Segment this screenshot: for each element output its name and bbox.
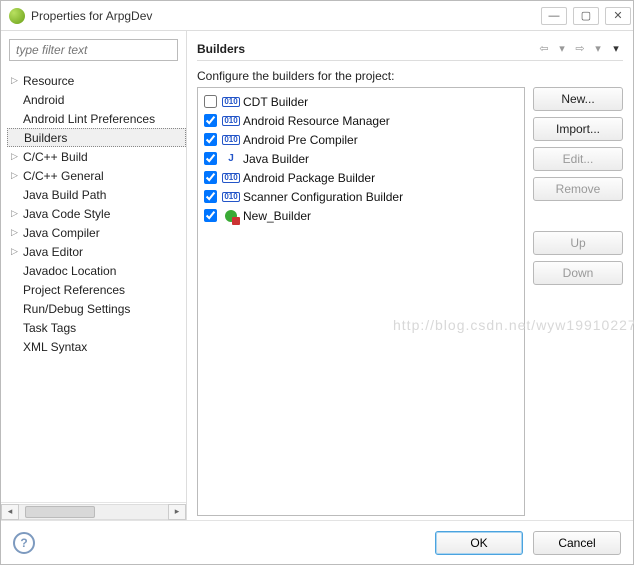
close-button[interactable]: ✕ (605, 7, 631, 25)
dialog-button-bar: ? OK Cancel (1, 520, 633, 564)
tree-item-label: Android (23, 93, 64, 107)
edit-button[interactable]: Edit... (533, 147, 623, 171)
builder-row[interactable]: 010 Android Resource Manager (200, 111, 522, 130)
import-button[interactable]: Import... (533, 117, 623, 141)
builder-checkbox[interactable] (204, 95, 217, 108)
expand-arrow-icon[interactable]: ▷ (11, 170, 23, 181)
builder-row[interactable]: 010 CDT Builder (200, 92, 522, 111)
titlebar: Properties for ArpgDev — ▢ ✕ (1, 1, 633, 31)
builder-name: CDT Builder (243, 95, 308, 109)
expand-arrow-icon[interactable]: ▷ (11, 151, 23, 162)
tree-item[interactable]: Java Build Path (7, 185, 186, 204)
help-button[interactable]: ? (13, 532, 35, 554)
tree-item[interactable]: ▷C/C++ General (7, 166, 186, 185)
builder-name: New_Builder (243, 209, 311, 223)
builder-checkbox[interactable] (204, 114, 217, 127)
tree-item-label: Run/Debug Settings (23, 302, 130, 316)
tree-item[interactable]: ▷Java Code Style (7, 204, 186, 223)
builder-row[interactable]: 010 Android Package Builder (200, 168, 522, 187)
tree-item-label: Task Tags (23, 321, 76, 335)
remove-button[interactable]: Remove (533, 177, 623, 201)
scroll-left-button[interactable]: ◂ (1, 504, 19, 520)
binary-builder-icon: 010 (223, 170, 239, 186)
builder-checkbox[interactable] (204, 133, 217, 146)
builder-row[interactable]: New_Builder (200, 206, 522, 225)
page-menu-icon[interactable]: ▾ (609, 42, 623, 56)
scroll-thumb[interactable] (25, 506, 95, 518)
builder-name: Android Resource Manager (243, 114, 390, 128)
builder-checkbox[interactable] (204, 209, 217, 222)
builder-checkbox[interactable] (204, 190, 217, 203)
builder-row[interactable]: 010 Android Pre Compiler (200, 130, 522, 149)
tree-item-label: Project References (23, 283, 125, 297)
java-builder-icon: J (223, 151, 239, 167)
builder-row[interactable]: 010 Scanner Configuration Builder (200, 187, 522, 206)
tree-item-label: Java Code Style (23, 207, 110, 221)
tree-item-label: Java Editor (23, 245, 83, 259)
up-button[interactable]: Up (533, 231, 623, 255)
minimize-button[interactable]: — (541, 7, 567, 25)
tree-item-label: C/C++ Build (23, 150, 88, 164)
tree-item[interactable]: ▷Java Compiler (7, 223, 186, 242)
tree-item[interactable]: ▷Resource (7, 71, 186, 90)
binary-builder-icon: 010 (223, 189, 239, 205)
new-button[interactable]: New... (533, 87, 623, 111)
builder-checkbox[interactable] (204, 152, 217, 165)
builder-name: Java Builder (243, 152, 309, 166)
tree-item[interactable]: ▷C/C++ Build (7, 147, 186, 166)
tree-item[interactable]: Run/Debug Settings (7, 299, 186, 318)
external-tool-icon (223, 208, 239, 224)
builders-page: Builders ⇦ ▾ ⇨ ▾ ▾ Configure the builder… (187, 31, 633, 520)
tree-item[interactable]: Android (7, 90, 186, 109)
tree-item[interactable]: Android Lint Preferences (7, 109, 186, 128)
tree-item[interactable]: Task Tags (7, 318, 186, 337)
binary-builder-icon: 010 (223, 94, 239, 110)
expand-arrow-icon[interactable]: ▷ (11, 208, 23, 219)
down-button[interactable]: Down (533, 261, 623, 285)
expand-arrow-icon[interactable]: ▷ (11, 227, 23, 238)
builder-row[interactable]: J Java Builder (200, 149, 522, 168)
scroll-right-button[interactable]: ▸ (168, 504, 186, 520)
binary-builder-icon: 010 (223, 132, 239, 148)
cancel-button[interactable]: Cancel (533, 531, 621, 555)
tree-item[interactable]: ▷Java Editor (7, 242, 186, 261)
tree-item-label: Resource (23, 74, 74, 88)
tree-item-label: Android Lint Preferences (23, 112, 155, 126)
app-icon (9, 8, 25, 24)
tree-item[interactable]: Builders (7, 128, 186, 147)
builder-name: Android Package Builder (243, 171, 375, 185)
tree-item[interactable]: XML Syntax (7, 337, 186, 356)
filter-input[interactable] (9, 39, 178, 61)
builder-name: Android Pre Compiler (243, 133, 358, 147)
category-tree-panel: ▷ResourceAndroidAndroid Lint Preferences… (1, 31, 187, 520)
maximize-button[interactable]: ▢ (573, 7, 599, 25)
tree-item-label: Java Build Path (23, 188, 106, 202)
tree-item[interactable]: Javadoc Location (7, 261, 186, 280)
back-menu-icon[interactable]: ▾ (555, 42, 569, 56)
page-caption: Configure the builders for the project: (197, 69, 623, 83)
tree-horizontal-scrollbar[interactable]: ◂ ▸ (1, 502, 186, 520)
category-tree[interactable]: ▷ResourceAndroidAndroid Lint Preferences… (1, 69, 186, 502)
tree-item-label: C/C++ General (23, 169, 104, 183)
builders-list[interactable]: 010 CDT Builder 010 Android Resource Manage… (197, 87, 525, 516)
page-heading: Builders (197, 42, 533, 56)
tree-item-label: XML Syntax (23, 340, 87, 354)
tree-item-label: Java Compiler (23, 226, 100, 240)
nav-back-icon[interactable]: ⇦ (537, 42, 551, 56)
binary-builder-icon: 010 (223, 113, 239, 129)
expand-arrow-icon[interactable]: ▷ (11, 246, 23, 257)
tree-item-label: Builders (24, 131, 67, 145)
tree-item[interactable]: Project References (7, 280, 186, 299)
scroll-track[interactable] (19, 504, 168, 520)
tree-item-label: Javadoc Location (23, 264, 116, 278)
ok-button[interactable]: OK (435, 531, 523, 555)
window-title: Properties for ArpgDev (31, 9, 541, 23)
builder-checkbox[interactable] (204, 171, 217, 184)
forward-menu-icon[interactable]: ▾ (591, 42, 605, 56)
builder-name: Scanner Configuration Builder (243, 190, 403, 204)
nav-forward-icon[interactable]: ⇨ (573, 42, 587, 56)
expand-arrow-icon[interactable]: ▷ (11, 75, 23, 86)
